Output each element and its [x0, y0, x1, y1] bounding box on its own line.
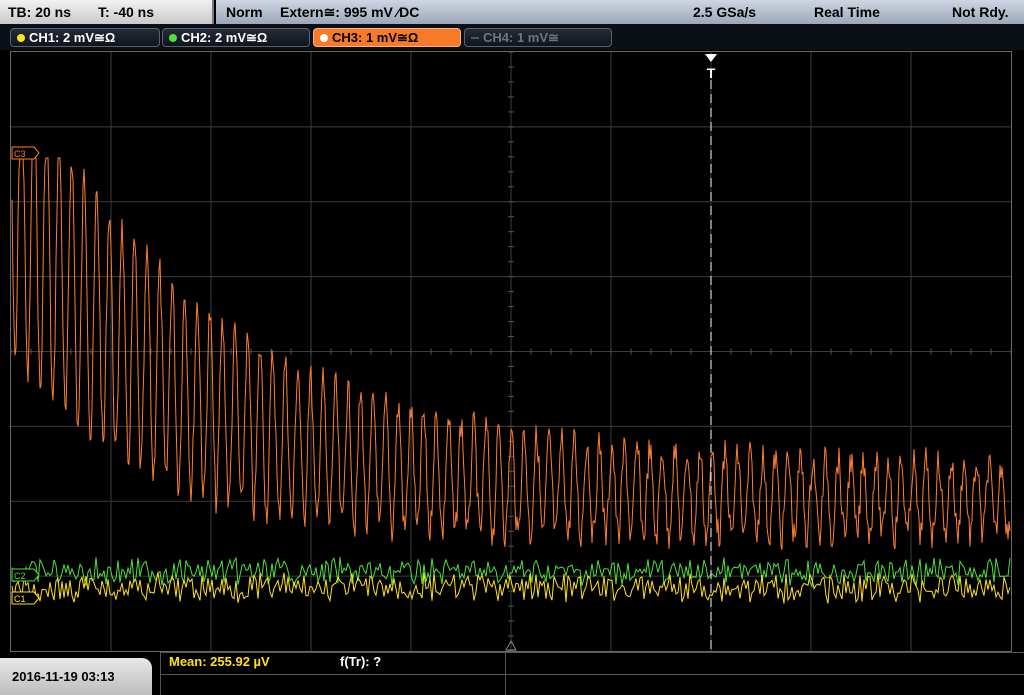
measurement-mean: Mean: 255.92 µV	[169, 654, 270, 669]
ch1-offset-marker[interactable]: C1	[11, 591, 40, 605]
ch2-marker-label: C2	[14, 571, 26, 581]
measurement-cell-4[interactable]	[505, 674, 1024, 695]
datetime-tab[interactable]: 2016-11-19 03:13	[0, 658, 152, 695]
ch1-marker-label: C1	[14, 594, 26, 604]
measurement-frequency: f(Tr): ?	[340, 654, 382, 669]
waveform-svg: T C3 C2 C1	[10, 51, 1012, 652]
measurement-panel: Mean: 255.92 µV f(Tr): ?	[160, 652, 1024, 695]
graticule	[10, 51, 1012, 652]
ch2-offset-marker[interactable]: C2	[11, 568, 40, 582]
bottom-bar: 2016-11-19 03:13 Mean: 255.92 µV f(Tr): …	[0, 652, 1024, 695]
ch3-marker-label: C3	[14, 149, 26, 159]
trigger-position-marker[interactable]: T	[705, 54, 717, 652]
trigger-marker-label: T	[707, 65, 716, 81]
ch3-offset-marker[interactable]: C3	[11, 146, 40, 160]
datetime-readout: 2016-11-19 03:13	[12, 669, 115, 684]
trigger-arrow-icon	[705, 54, 717, 62]
measurement-cell-3[interactable]	[160, 674, 505, 695]
measurement-cell-2[interactable]	[505, 652, 1024, 674]
